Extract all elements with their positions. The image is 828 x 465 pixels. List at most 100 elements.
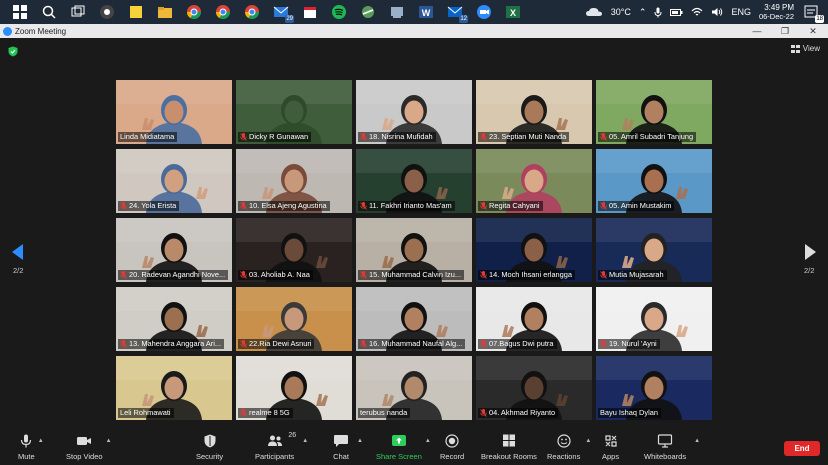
apps-button[interactable]: Apps [602,434,619,461]
notification-icon[interactable]: 18 [802,3,824,23]
chrome-icon-3[interactable] [243,3,261,21]
participant-tile[interactable]: 04. Akhmad Riyanto [476,356,592,420]
sticky-notes-icon[interactable] [127,3,145,21]
breakout-rooms-icon [502,434,515,447]
whiteboards-options-caret-icon[interactable]: ▲ [694,438,700,444]
windows-start-icon[interactable] [11,3,29,21]
app-icon-2[interactable] [388,3,406,21]
page-indicator-right: 2/2 [804,266,815,275]
participant-tile[interactable]: 20. Radevan Agandhi Nove... [116,218,232,282]
encryption-shield-icon[interactable] [8,46,18,57]
microphone-icon [21,434,32,448]
participant-tile[interactable]: 22.Ria Dewi Asnuri [236,287,352,351]
whiteboards-button[interactable]: Whiteboards ▲ [644,434,700,461]
participant-name-tag: Dicky R Gunawan [238,132,312,142]
participants-options-caret-icon[interactable]: ▲ [302,438,308,444]
participants-button[interactable]: 26 Participants ▲ [255,432,308,461]
chevron-up-icon[interactable]: ⌃ [639,7,647,18]
chat-label: Chat [333,452,349,461]
breakout-rooms-button[interactable]: Breakout Rooms [481,434,537,461]
zoom-taskbar-icon[interactable] [475,3,493,21]
participant-tile[interactable]: 24. Yola Erista [116,149,232,213]
participant-name: 10. Elsa Ajeng Agustina [249,201,327,210]
weather-temp[interactable]: 30°C [611,7,631,17]
reactions-button[interactable]: Reactions ▲ [547,434,591,461]
file-explorer-icon[interactable] [156,3,174,21]
chat-options-caret-icon[interactable]: ▲ [357,438,363,444]
chrome-icon[interactable] [185,3,203,21]
participant-tile[interactable]: realme 8 5G [236,356,352,420]
participant-tile[interactable]: 15. Muhammad Calvin Izu... [356,218,472,282]
next-page-arrow-icon[interactable] [800,242,820,262]
participant-tile[interactable]: 16. Muhammad Naufal Alg... [356,287,472,351]
clock[interactable]: 3:49 PM 06-Dec-22 [759,3,794,21]
participant-name: 07.Bagus Dwi putra [489,339,554,348]
muted-mic-icon [120,340,127,348]
record-icon [445,434,459,448]
mute-button[interactable]: Mute ▲ [18,434,44,461]
svg-text:W: W [422,8,431,18]
participant-tile[interactable]: 14. Moch Ihsani erlangga [476,218,592,282]
reactions-label: Reactions [547,452,581,461]
record-button[interactable]: Record [440,434,464,461]
clock-time: 3:49 PM [764,3,794,12]
record-label: Record [440,452,465,461]
participant-tile[interactable]: 23. Septian Muti Nanda [476,80,592,144]
stop-video-button[interactable]: Stop Video ▲ [66,434,112,461]
participant-tile[interactable]: Mutia Mujasarah [596,218,712,282]
excel-icon[interactable]: X [504,3,522,21]
participants-label: Participants [255,452,295,461]
participant-tile[interactable]: Linda Midiatama [116,80,232,144]
participant-tile[interactable]: 05. Amril Subadri Tanjung [596,80,712,144]
mail-icon[interactable]: 29 [272,3,294,23]
task-view-icon[interactable] [69,3,87,21]
participant-tile[interactable]: terubus nanda [356,356,472,420]
outlook-icon[interactable]: 12 [446,3,468,23]
share-screen-button[interactable]: Share Screen ▲ [376,434,431,461]
participant-tile[interactable]: 13. Mahendra Anggara Ari... [116,287,232,351]
meeting-controls: Mute ▲ Stop Video ▲ Security 26 Particip… [0,428,828,465]
obs-icon[interactable] [98,3,116,21]
word-icon[interactable]: W [417,3,435,21]
close-button[interactable]: ✕ [800,24,826,38]
participant-name: 15. Muhammad Calvin Izu... [369,270,462,279]
view-button[interactable]: View [790,44,820,53]
share-options-caret-icon[interactable]: ▲ [425,438,431,444]
participant-name: 14. Moch Ihsani erlangga [489,270,572,279]
participant-tile[interactable]: 11. Fakhri Irianto Mas'am [356,149,472,213]
participant-tile[interactable]: 10. Elsa Ajeng Agustina [236,149,352,213]
participant-name-tag: Leli Rohmawati [118,408,174,418]
reactions-options-caret-icon[interactable]: ▲ [585,438,591,444]
participant-tile[interactable]: Regita Cahyani [476,149,592,213]
battery-icon[interactable] [670,8,683,17]
mute-options-caret-icon[interactable]: ▲ [38,438,44,444]
participant-name: 13. Mahendra Anggara Ari... [129,339,222,348]
volume-icon[interactable] [711,7,723,17]
participant-tile[interactable]: 03. Aholiab A. Naa [236,218,352,282]
participant-tile[interactable]: Bayu Ishaq Dylan [596,356,712,420]
video-options-caret-icon[interactable]: ▲ [106,438,112,444]
participant-tile[interactable]: 05. Amin Mustakim [596,149,712,213]
spotify-icon[interactable] [330,3,348,21]
input-language[interactable]: ENG [731,7,751,17]
security-button[interactable]: Security [196,434,223,461]
participant-tile[interactable]: 19. Nurul 'Ayni [596,287,712,351]
maximize-button[interactable]: ❐ [772,24,798,38]
participant-name-tag: 14. Moch Ihsani erlangga [478,270,575,280]
previous-page-arrow-icon[interactable] [8,242,28,262]
chat-button[interactable]: Chat ▲ [333,434,363,461]
participant-tile[interactable]: 18. Nisrina Mufidah [356,80,472,144]
wifi-icon[interactable] [691,7,703,17]
app-icon-1[interactable] [359,3,377,21]
calendar-icon[interactable] [301,3,319,21]
participant-tile[interactable]: Dicky R Gunawan [236,80,352,144]
end-meeting-button[interactable]: End [784,441,820,456]
participant-name-tag: terubus nanda [358,408,411,418]
notification-badge: 18 [815,15,824,23]
microphone-icon[interactable] [654,7,662,18]
chrome-icon-2[interactable] [214,3,232,21]
participant-tile[interactable]: Leli Rohmawati [116,356,232,420]
participant-tile[interactable]: 07.Bagus Dwi putra [476,287,592,351]
minimize-button[interactable]: — [744,24,770,38]
search-icon[interactable] [40,3,58,21]
